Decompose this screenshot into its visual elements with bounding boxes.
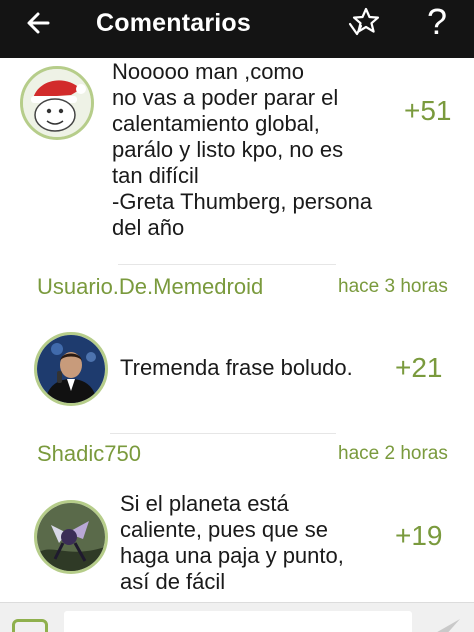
avatar[interactable] — [34, 500, 108, 574]
comment-username[interactable]: Shadic750 — [37, 441, 141, 467]
arrow-left-icon — [27, 12, 50, 34]
help-label: ? — [426, 1, 448, 42]
comment-composer — [0, 602, 474, 632]
avatar-image — [37, 335, 105, 403]
comment-text: Tremenda frase boludo. — [120, 355, 353, 380]
comment-text: Nooooo man ,como no vas a poder parar el… — [112, 59, 373, 240]
send-icon — [437, 619, 460, 632]
comment-score[interactable]: +19 — [395, 520, 443, 552]
comment-username[interactable]: Usuario.De.Memedroid — [37, 274, 263, 300]
comment-score[interactable]: +21 — [395, 352, 443, 384]
avatar[interactable] — [34, 332, 108, 406]
comment-timestamp: hace 3 horas — [338, 276, 448, 297]
top-bar: Comentarios ? — [0, 0, 474, 58]
comment-text: Si el planeta está caliente, pues que se… — [120, 491, 344, 594]
avatar-image — [37, 503, 105, 571]
help-button[interactable]: ? — [422, 2, 452, 42]
avatar-image — [23, 69, 91, 137]
comment-timestamp: hace 2 horas — [338, 443, 448, 464]
comment-score[interactable]: +51 — [404, 95, 452, 127]
star-icon — [348, 7, 380, 36]
divider — [118, 264, 336, 265]
page-title: Comentarios — [96, 9, 252, 37]
avatar[interactable] — [20, 66, 94, 140]
back-button[interactable] — [22, 6, 56, 40]
emoji-button[interactable] — [12, 619, 48, 632]
send-button[interactable] — [430, 615, 462, 632]
comment-input[interactable] — [64, 611, 412, 632]
divider — [110, 433, 336, 434]
favorite-button[interactable] — [346, 4, 382, 40]
